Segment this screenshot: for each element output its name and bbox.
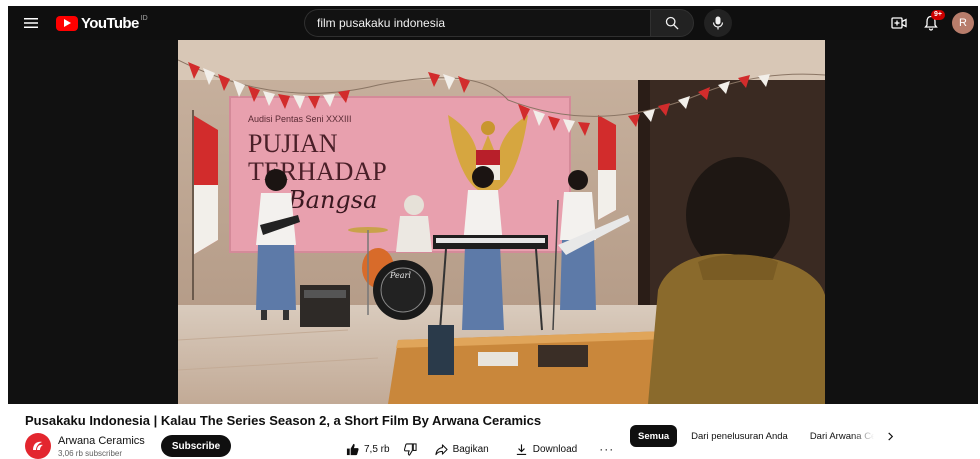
channel-info: Arwana Ceramics 3,06 rb subscriber [58,435,145,458]
channel-name[interactable]: Arwana Ceramics [58,435,145,447]
chip-all[interactable]: Semua [630,425,678,447]
notifications-button[interactable]: 9+ [916,8,946,38]
thumbs-up-icon [346,443,359,455]
subscriber-count: 3,06 rb subscriber [58,448,123,458]
channel-avatar[interactable] [25,433,51,459]
download-label: Download [532,443,578,455]
share-label: Bagikan [452,443,489,455]
account-avatar[interactable]: R [952,12,974,34]
search-input[interactable] [317,16,637,30]
related-filter-chips: Semua Dari penelusuran Anda Dari Arwana … [630,425,900,447]
like-count: 7,5 rb [364,443,390,455]
voice-search-button[interactable] [704,9,732,37]
chevron-right-icon [888,431,894,441]
arwana-logo-icon [33,441,43,450]
youtube-logo[interactable]: YouTube ID [56,6,148,40]
search-box[interactable] [304,9,650,37]
search-button[interactable] [650,9,694,37]
subscribe-button[interactable]: Subscribe [160,435,232,457]
country-code: ID [140,14,148,22]
guide-menu-button[interactable] [14,6,48,40]
banner-line-3: Bangsa [287,186,377,214]
notification-count-badge: 9+ [931,10,945,20]
banner-caption: Audisi Pentas Seni XXXIII [248,114,352,124]
create-button[interactable] [884,8,914,38]
search-bar [304,9,732,37]
download-button[interactable]: Download [515,443,577,456]
youtube-play-logo-icon [56,15,78,31]
chips-next-button[interactable] [882,425,900,447]
thumbs-down-icon [403,442,417,456]
share-arrow-icon [434,443,448,455]
logo-text: YouTube [81,14,139,32]
create-video-icon [891,17,907,29]
dislike-button[interactable] [403,442,417,456]
youtube-watch-page: YouTube ID film pusakaku indonesia 9+ R … [0,0,980,459]
video-frame[interactable]: Audisi Pentas Seni XXXIII PUJIAN TERHADA… [178,40,825,404]
more-actions-button[interactable]: ··· [599,442,614,456]
video-title: Pusakaku Indonesia | Kalau The Series Se… [25,413,542,428]
like-button[interactable]: 7,5 rb [346,443,390,456]
chip-from-channel[interactable]: Dari Arwana Ceramics [801,425,874,447]
video-player[interactable]: Audisi Pentas Seni XXXIII PUJIAN TERHADA… [8,40,978,404]
share-button[interactable]: Bagikan [434,443,489,456]
video-actions: 7,5 rb Bagikan Download ··· [346,440,614,458]
masthead: YouTube ID film pusakaku indonesia 9+ R [8,6,978,40]
chip-from-search[interactable]: Dari penelusuran Anda [683,425,796,447]
banner-line-1: PUJIAN [248,129,338,158]
drum-brand-text: Pearl [389,271,411,280]
microphone-icon [712,16,724,30]
search-icon [665,16,679,30]
hamburger-menu-icon [24,18,38,28]
video-scene-image: Audisi Pentas Seni XXXIII PUJIAN TERHADA… [178,40,825,404]
masthead-right-buttons: 9+ R [882,6,974,40]
video-owner: Arwana Ceramics 3,06 rb subscriber Subsc… [25,433,232,459]
download-icon [516,443,526,455]
